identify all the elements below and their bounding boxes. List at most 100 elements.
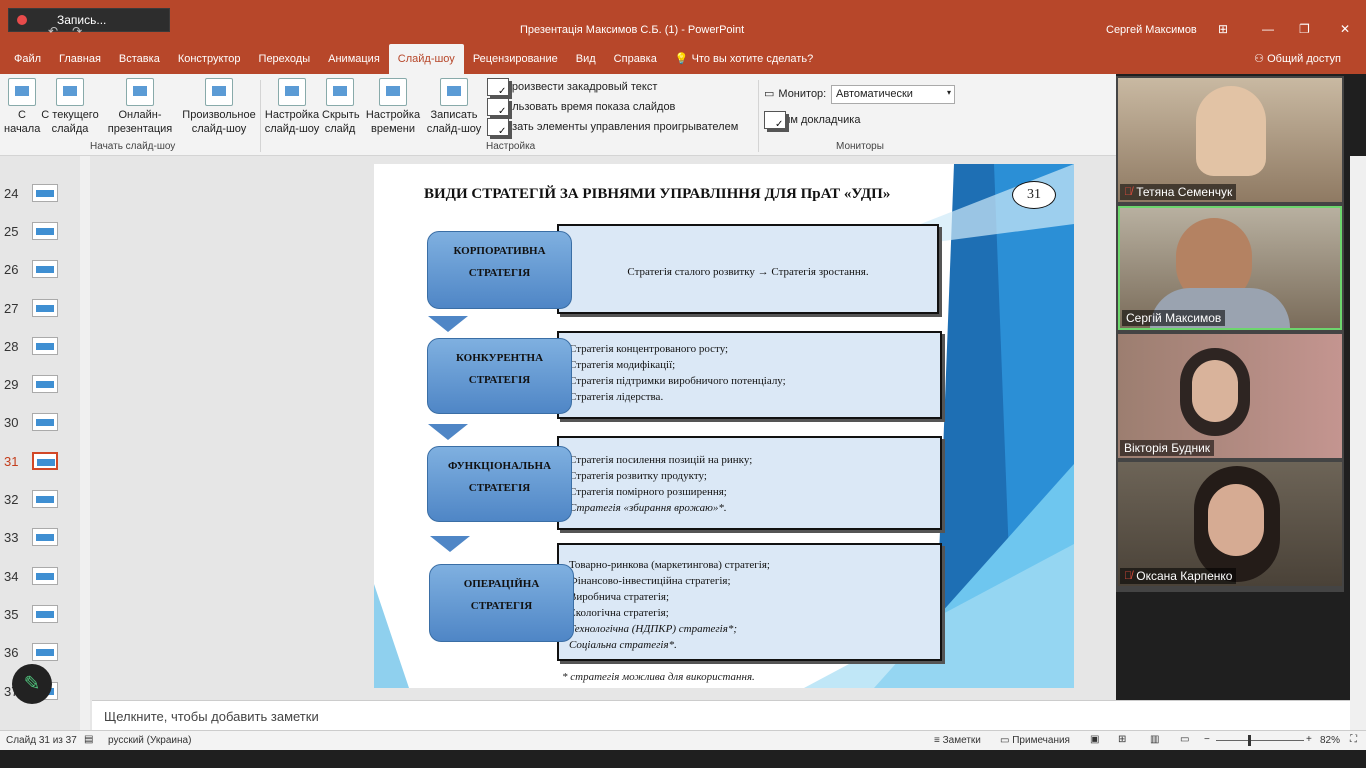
thumbnail-28[interactable]: 28 bbox=[0, 331, 80, 367]
tab-slideshow[interactable]: Слайд-шоу bbox=[388, 44, 464, 74]
slide-sorter-icon[interactable]: ⊞ bbox=[1118, 734, 1126, 745]
close-button[interactable]: ✕ bbox=[1340, 22, 1350, 36]
spellcheck-icon[interactable]: ▤ bbox=[84, 734, 93, 745]
present-online-button[interactable]: Онлайн- презентация bbox=[104, 78, 176, 136]
fit-to-window-icon[interactable]: ⛶ bbox=[1350, 734, 1357, 745]
participant-tile[interactable]: 🎙̸ Тетяна Семенчук bbox=[1118, 78, 1342, 202]
pen-icon[interactable]: ✎ bbox=[12, 664, 52, 704]
slide-thumbnails-pane: 24 25 26 27 28 29 30 31 32 33 34 35 36 3… bbox=[0, 156, 92, 730]
thumbnail-27[interactable]: 27 bbox=[0, 293, 80, 329]
strategy-line: Соціальна стратегія*. bbox=[569, 639, 677, 651]
zoom-slider[interactable] bbox=[1216, 735, 1304, 746]
thumbnail-35[interactable]: 35 bbox=[0, 599, 80, 635]
tab-view[interactable]: Вид bbox=[567, 44, 605, 74]
slide-number: 29 bbox=[4, 377, 19, 392]
level-name: СТРАТЕГІЯ bbox=[468, 267, 531, 279]
minimize-button[interactable]: — bbox=[1262, 22, 1274, 36]
ribbon: С начала С текущего слайда Онлайн- презе… bbox=[0, 74, 1116, 156]
strategy-line: Стратегія «збирання врожаю»*. bbox=[569, 502, 727, 514]
custom-show-icon bbox=[205, 78, 233, 106]
person-icon: ⚇ bbox=[1254, 53, 1265, 65]
thumbnail-25[interactable]: 25 bbox=[0, 216, 80, 252]
share-button[interactable]: ⚇ Общий доступ bbox=[1245, 44, 1350, 74]
narrations-checkbox[interactable]: ✓ Воспроизвести закадровый текст bbox=[487, 78, 657, 97]
participant-tile[interactable]: Вікторія Будник bbox=[1118, 334, 1342, 458]
thumbnail-24[interactable]: 24 bbox=[0, 178, 80, 214]
participant-tile-active-speaker[interactable]: Сергій Максимов bbox=[1118, 206, 1342, 330]
tell-me-search[interactable]: 💡 Что вы хотите сделать? bbox=[666, 44, 822, 74]
editor-scrollbar[interactable] bbox=[1350, 156, 1366, 730]
thumbnail-scrollbar[interactable] bbox=[80, 156, 90, 730]
zoom-level[interactable]: 82% bbox=[1320, 735, 1340, 746]
thumbnail-34[interactable]: 34 bbox=[0, 561, 80, 597]
recording-indicator[interactable]: Запись... bbox=[8, 8, 170, 32]
tab-help[interactable]: Справка bbox=[605, 44, 666, 74]
slide-counter: Слайд 31 из 37 bbox=[6, 735, 77, 746]
chevron-down-icon: ▾ bbox=[946, 88, 951, 97]
tab-insert[interactable]: Вставка bbox=[110, 44, 169, 74]
participant-tile[interactable]: 🎙̸ Оксана Карпенко bbox=[1118, 462, 1342, 586]
level-box-functional: Стратегія посилення позицій на ринку; Ст… bbox=[557, 436, 942, 530]
zoom-thumb[interactable] bbox=[1248, 735, 1251, 746]
thumbnail-26[interactable]: 26 bbox=[0, 254, 80, 290]
tab-file[interactable]: Файл bbox=[0, 44, 50, 74]
reading-view-icon[interactable]: ▥ bbox=[1150, 734, 1159, 745]
notes-toggle[interactable]: ≡ Заметки bbox=[934, 735, 981, 746]
thumbnail-29[interactable]: 29 bbox=[0, 369, 80, 405]
title-bar: Запись... ↶ ↷ Презентація Максимов С.Б. (… bbox=[0, 0, 1366, 44]
hide-slide-label: Скрыть слайд bbox=[322, 109, 360, 135]
tab-transitions[interactable]: Переходы bbox=[250, 44, 320, 74]
language-indicator[interactable]: русский (Украина) bbox=[108, 735, 191, 746]
zoom-out-button[interactable]: − bbox=[1204, 734, 1210, 745]
thumbnail-32[interactable]: 32 bbox=[0, 484, 80, 520]
tab-design[interactable]: Конструктор bbox=[169, 44, 250, 74]
slide-thumbnail bbox=[32, 337, 58, 355]
normal-view-icon[interactable]: ▣ bbox=[1090, 734, 1099, 745]
group-start-label: Начать слайд-шоу bbox=[90, 141, 176, 152]
slide-thumbnail bbox=[32, 184, 58, 202]
slide[interactable]: ВИДИ СТРАТЕГІЙ ЗА РІВНЯМИ УПРАВЛІННЯ ДЛЯ… bbox=[374, 164, 1074, 688]
media-controls-checkbox[interactable]: ✓ Показать элементы управления проигрыват… bbox=[487, 118, 738, 137]
tell-me-label: Что вы хотите сделать? bbox=[691, 53, 814, 65]
comments-toggle[interactable]: ▭ Примечания bbox=[1000, 735, 1070, 746]
stopwatch-icon bbox=[379, 78, 407, 106]
video-gallery: 🎙̸ Тетяна Семенчук Сергій Максимов Віктор… bbox=[1116, 76, 1344, 592]
strategy-line: Екологічна стратегія; bbox=[569, 607, 669, 619]
undo-icon[interactable]: ↶ bbox=[48, 24, 58, 38]
tab-home[interactable]: Главная bbox=[50, 44, 110, 74]
record-show-button[interactable]: Записать слайд-шоу bbox=[424, 78, 484, 136]
thumbnail-31[interactable]: 31 bbox=[0, 446, 80, 482]
rehearse-timings-button[interactable]: Настройка времени bbox=[364, 78, 422, 136]
thumbnail-30[interactable]: 30 bbox=[0, 407, 80, 443]
presenter-view-checkbox[interactable]: ✓ Режим докладчика bbox=[764, 111, 860, 130]
play-slide-icon bbox=[8, 78, 36, 106]
from-current-button[interactable]: С текущего слайда bbox=[40, 78, 100, 136]
notes-icon: ≡ bbox=[934, 735, 940, 746]
from-beginning-button[interactable]: С начала bbox=[4, 78, 40, 136]
record-show-icon bbox=[440, 78, 468, 106]
setup-show-button[interactable]: Настройка слайд-шоу bbox=[264, 78, 320, 136]
use-timings-checkbox[interactable]: ✓ Использовать время показа слайдов bbox=[487, 98, 675, 117]
ribbon-display-options-icon[interactable]: ⊞ bbox=[1218, 22, 1228, 36]
slide-number: 34 bbox=[4, 569, 19, 584]
tab-review[interactable]: Рецензирование bbox=[464, 44, 567, 74]
redo-icon[interactable]: ↷ bbox=[72, 24, 82, 38]
level-pill-corporate: КОРПОРАТИВНА СТРАТЕГІЯ bbox=[427, 231, 572, 309]
strategy-line: Стратегія модифікації; bbox=[569, 359, 676, 371]
monitor-select[interactable]: Автоматически ▾ bbox=[831, 85, 955, 104]
level-name: СТРАТЕГІЯ bbox=[468, 482, 531, 494]
slideshow-view-icon[interactable]: ▭ bbox=[1180, 734, 1189, 745]
tab-animations[interactable]: Анимация bbox=[319, 44, 389, 74]
ribbon-divider bbox=[260, 80, 261, 152]
custom-show-button[interactable]: Произвольное слайд-шоу bbox=[180, 78, 258, 136]
hide-slide-icon bbox=[326, 78, 354, 106]
participant-name: Оксана Карпенко bbox=[1136, 569, 1233, 583]
account-name[interactable]: Сергей Максимов bbox=[1106, 24, 1197, 36]
restore-button[interactable]: ❐ bbox=[1299, 22, 1310, 36]
thumbnail-33[interactable]: 33 bbox=[0, 522, 80, 558]
notes-pane[interactable]: Щелкните, чтобы добавить заметки bbox=[92, 700, 1366, 730]
mic-muted-icon: 🎙̸ bbox=[1124, 570, 1133, 582]
slide-number: 33 bbox=[4, 530, 19, 545]
hide-slide-button[interactable]: Скрыть слайд bbox=[322, 78, 360, 136]
zoom-in-button[interactable]: + bbox=[1306, 734, 1312, 745]
